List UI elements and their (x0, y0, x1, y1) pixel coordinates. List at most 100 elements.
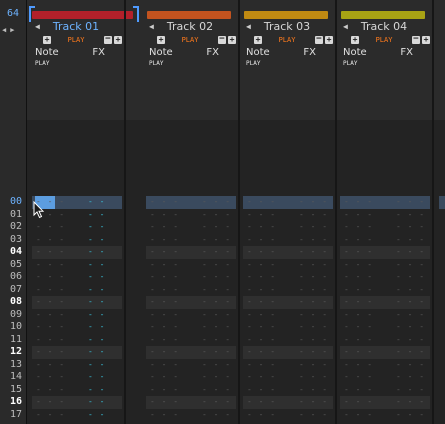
add-fx-plus-icon[interactable]: + (422, 36, 430, 44)
fx-cell[interactable]: - - (88, 334, 105, 346)
fx-cell[interactable]: - - - (202, 371, 231, 383)
track-column[interactable]: ◀ Track 04 + PLAY − + Note FX PLAY - - -- - -- - … (337, 0, 434, 424)
note-cell[interactable]: - - - (150, 309, 179, 321)
note-cell[interactable]: - - - (150, 284, 179, 296)
pattern-row[interactable]: - - -- - (32, 396, 122, 409)
note-cell[interactable]: - - - (344, 346, 373, 358)
note-play-label[interactable]: PLAY (343, 60, 357, 67)
pattern-row[interactable]: - - -- - - (340, 246, 430, 259)
note-cell[interactable]: - - - (36, 271, 65, 283)
note-play-label[interactable]: PLAY (149, 60, 163, 67)
note-cell[interactable]: - - - (150, 334, 179, 346)
fx-cell[interactable]: - - - (396, 271, 425, 283)
pattern-row[interactable]: - - -- - - (243, 259, 333, 272)
fx-cell[interactable]: - - (88, 221, 105, 233)
note-cell[interactable]: - - - (247, 221, 276, 233)
fx-cell[interactable]: - - - (396, 196, 425, 208)
fx-cell[interactable]: - - - (299, 196, 328, 208)
pattern-row[interactable]: - - -- - (32, 221, 122, 234)
fx-cell[interactable]: - - - (299, 346, 328, 358)
pattern-row[interactable]: - - -- - - (243, 296, 333, 309)
note-cell[interactable]: - - - (150, 221, 179, 233)
note-cell[interactable]: - - - (36, 359, 65, 371)
fx-cell[interactable]: - - - (396, 246, 425, 258)
track-name[interactable]: Track 02 (143, 20, 237, 33)
track-color-bar[interactable] (32, 11, 133, 19)
pattern-row[interactable]: - - -- - (32, 334, 122, 347)
pattern-row[interactable]: - - -- - - (243, 321, 333, 334)
fx-cell[interactable]: - - - (396, 384, 425, 396)
pattern-row[interactable]: - - -- - - (146, 346, 236, 359)
pattern-row[interactable]: - - -- - (32, 234, 122, 247)
note-cell[interactable]: - - - (36, 296, 65, 308)
note-cell[interactable]: - - - (344, 359, 373, 371)
fx-cell[interactable]: - - - (396, 396, 425, 408)
remove-fx-minus-icon[interactable]: − (412, 35, 420, 44)
note-cell[interactable]: - - - (247, 246, 276, 258)
fx-cell[interactable]: - - (88, 371, 105, 383)
pattern-row[interactable]: - - -- - - (146, 221, 236, 234)
remove-fx-minus-icon[interactable]: − (315, 35, 323, 44)
fx-cell[interactable]: - - - (299, 209, 328, 221)
pattern-row[interactable]: - - -- - - (243, 371, 333, 384)
note-cell[interactable]: - - - (344, 396, 373, 408)
note-cell[interactable]: - - - (344, 409, 373, 421)
pattern-row[interactable]: - - -- - - (340, 321, 430, 334)
note-cell[interactable]: - - - (36, 334, 65, 346)
note-cell[interactable]: - - - (36, 309, 65, 321)
fx-cell[interactable]: - - (88, 321, 105, 333)
note-cell[interactable]: - - - (344, 209, 373, 221)
pattern-row[interactable]: - - -- - (32, 196, 122, 209)
fx-cell[interactable]: - - - (396, 234, 425, 246)
pattern-row[interactable]: - - -- - - (146, 359, 236, 372)
fx-cell[interactable]: - - - (396, 221, 425, 233)
fx-cell[interactable]: - - - (299, 221, 328, 233)
track-name[interactable]: Track 01 (29, 20, 123, 33)
fx-cell[interactable]: - - - (299, 396, 328, 408)
pattern-row[interactable]: - - -- - - (243, 396, 333, 409)
pattern-row[interactable]: - - -- - - (340, 221, 430, 234)
pattern-row[interactable]: - - -- - - (243, 209, 333, 222)
fx-cell[interactable]: - - - (202, 359, 231, 371)
fx-cell[interactable]: - - - (396, 334, 425, 346)
note-cell[interactable]: - - - (150, 384, 179, 396)
note-cell[interactable]: - - - (344, 334, 373, 346)
track-color-bar[interactable] (341, 11, 425, 19)
note-cell[interactable]: - - - (344, 271, 373, 283)
add-fx-plus-icon[interactable]: + (114, 36, 122, 44)
note-cell[interactable]: - - - (150, 271, 179, 283)
pattern-row[interactable]: - - -- - - (243, 234, 333, 247)
fx-cell[interactable]: - - - (396, 409, 425, 421)
note-cell[interactable]: - - - (247, 259, 276, 271)
pattern-row[interactable]: - - -- - - (340, 384, 430, 397)
note-cell[interactable]: - - - (344, 246, 373, 258)
pattern-row[interactable]: - - -- - - (340, 346, 430, 359)
note-cell[interactable]: - - - (150, 321, 179, 333)
remove-fx-minus-icon[interactable]: − (104, 35, 112, 44)
note-cell[interactable]: - - - (247, 284, 276, 296)
pattern-row[interactable]: - - -- - - (243, 271, 333, 284)
fx-cell[interactable]: - - - (202, 221, 231, 233)
pattern-row[interactable]: - - -- - (32, 209, 122, 222)
pattern-row[interactable]: - - -- - - (340, 334, 430, 347)
note-cell[interactable]: - - - (247, 296, 276, 308)
pattern-row[interactable]: - - -- - - (340, 271, 430, 284)
fx-cell[interactable]: - - - (202, 321, 231, 333)
pattern-row[interactable]: - - -- - - (340, 196, 430, 209)
fx-cell[interactable]: - - - (299, 246, 328, 258)
pattern-row[interactable]: - - -- - (32, 359, 122, 372)
note-cell[interactable]: - - - (150, 246, 179, 258)
track-color-bar[interactable] (244, 11, 328, 19)
note-cell[interactable]: - - - (344, 321, 373, 333)
note-cell[interactable]: - - - (247, 359, 276, 371)
note-cell[interactable]: - - - (150, 396, 179, 408)
note-cell[interactable]: - - - (36, 234, 65, 246)
pattern-row[interactable]: - - -- - - (340, 409, 430, 422)
note-cell[interactable]: - - - (247, 384, 276, 396)
note-cell[interactable]: - - - (344, 296, 373, 308)
fx-cell[interactable]: - - (88, 271, 105, 283)
note-cell[interactable]: - - - (344, 384, 373, 396)
pattern-row[interactable]: - - -- - (32, 346, 122, 359)
fx-cell[interactable]: - - - (202, 334, 231, 346)
pattern-row[interactable]: - - -- - - (340, 359, 430, 372)
